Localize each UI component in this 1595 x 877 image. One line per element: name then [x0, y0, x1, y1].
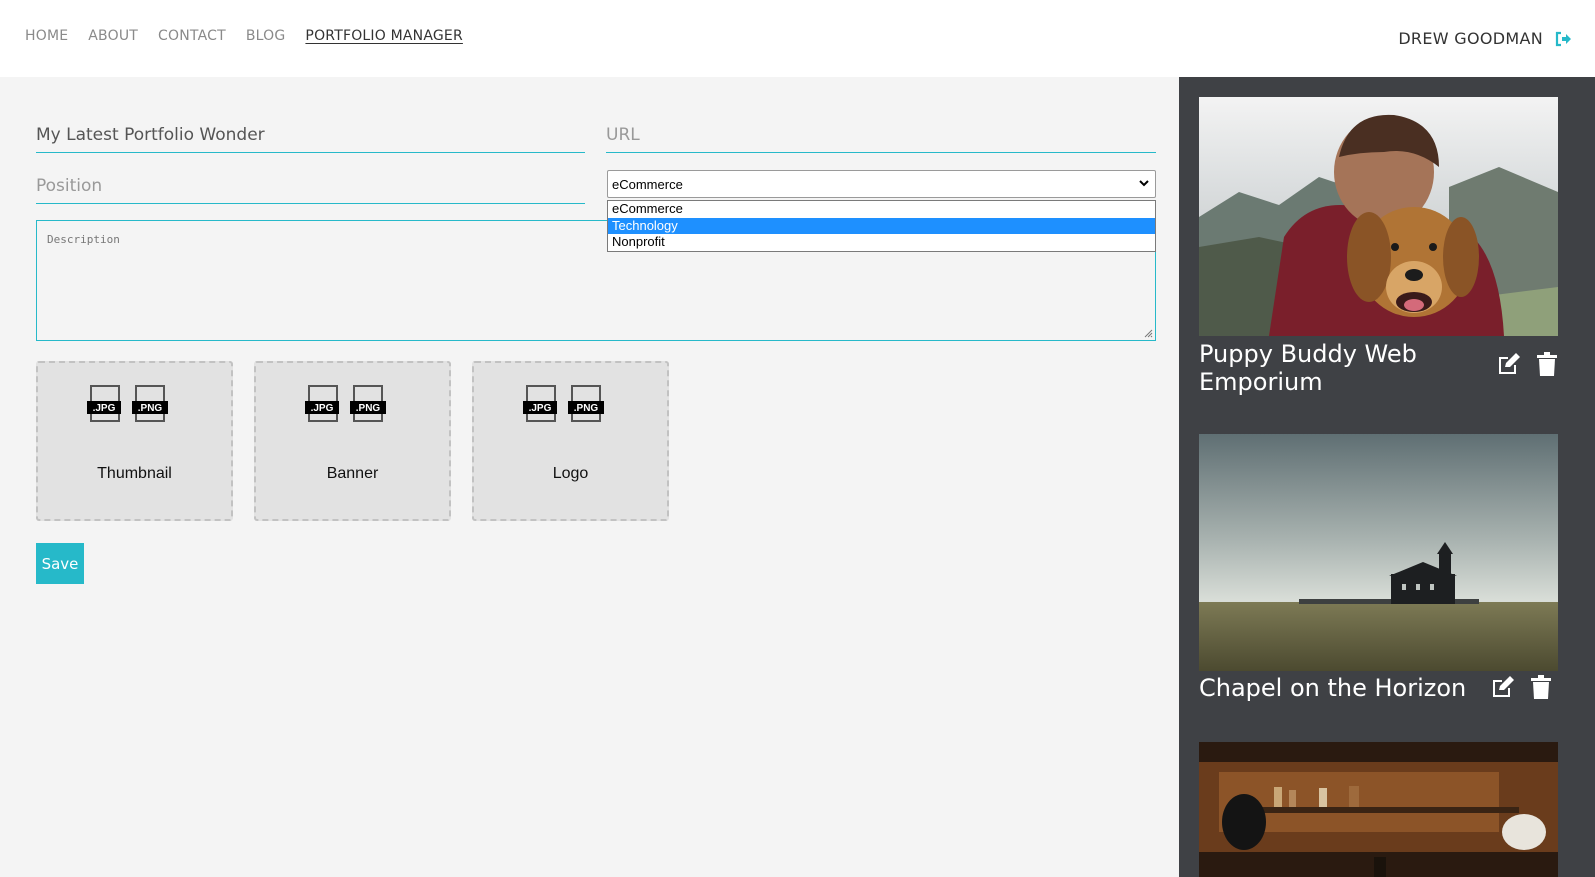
chevron-down-icon — [1139, 180, 1149, 187]
portfolio-item-card: Chapel on the Horizon — [1199, 434, 1558, 702]
portfolio-item-title: Puppy Buddy Web Emporium — [1199, 340, 1417, 396]
nav-about-link[interactable]: ABOUT — [88, 28, 138, 44]
save-button[interactable]: Save — [36, 543, 84, 584]
svg-text:.JPG: .JPG — [93, 403, 116, 414]
category-selected-value: eCommerce — [612, 177, 683, 192]
svg-text:.PNG: .PNG — [356, 403, 381, 414]
portfolio-item-image — [1199, 434, 1558, 671]
banner-dropzone[interactable]: .JPG .PNG Banner — [254, 361, 451, 521]
thumbnail-dropzone[interactable]: .JPG .PNG Thumbnail — [36, 361, 233, 521]
png-file-icon: .PNG — [568, 385, 604, 423]
main-nav: HOME ABOUT CONTACT BLOG PORTFOLIO MANAGE… — [25, 28, 463, 44]
position-input[interactable] — [36, 168, 585, 196]
category-option-nonprofit[interactable]: Nonprofit — [608, 234, 1155, 251]
jpg-file-icon: .JPG — [87, 385, 123, 423]
resize-handle-icon[interactable] — [1144, 329, 1153, 338]
description-placeholder: Description — [47, 233, 120, 246]
category-option-technology[interactable]: Technology — [608, 217, 1155, 234]
portfolio-item-actions — [1496, 352, 1558, 376]
position-field-wrapper — [36, 168, 585, 204]
url-field-wrapper — [606, 117, 1156, 153]
user-name: DREW GOODMAN — [1398, 29, 1543, 48]
category-dropdown-list: eCommerce Technology Nonprofit — [607, 200, 1156, 252]
svg-text:.JPG: .JPG — [529, 403, 552, 414]
name-field-wrapper — [36, 117, 585, 153]
portfolio-item-image — [1199, 742, 1558, 877]
logo-label: Logo — [552, 465, 589, 482]
trash-icon[interactable] — [1536, 352, 1558, 376]
category-option-ecommerce[interactable]: eCommerce — [608, 201, 1155, 218]
portfolio-item-image — [1199, 97, 1558, 336]
nav-contact-link[interactable]: CONTACT — [158, 28, 226, 44]
logo-dropzone[interactable]: .JPG .PNG Logo — [472, 361, 669, 521]
svg-text:.PNG: .PNG — [138, 403, 163, 414]
upload-dropzones: .JPG .PNG Thumbnail .JPG .PNG Banner .JP… — [36, 361, 669, 521]
banner-label: Banner — [326, 465, 379, 482]
user-area: DREW GOODMAN — [1398, 29, 1573, 48]
edit-icon[interactable] — [1496, 352, 1522, 376]
thumbnail-label: Thumbnail — [97, 465, 172, 482]
trash-icon[interactable] — [1530, 675, 1552, 699]
top-navbar: HOME ABOUT CONTACT BLOG PORTFOLIO MANAGE… — [0, 0, 1595, 77]
edit-icon[interactable] — [1490, 675, 1516, 699]
portfolio-item-card — [1199, 742, 1558, 877]
nav-blog-link[interactable]: BLOG — [246, 28, 286, 44]
url-input[interactable] — [606, 117, 1156, 145]
portfolio-items-sidebar[interactable]: Puppy Buddy Web Emporium Chapel on the H… — [1179, 77, 1595, 877]
jpg-file-icon: .JPG — [305, 385, 341, 423]
png-file-icon: .PNG — [350, 385, 386, 423]
svg-text:.JPG: .JPG — [311, 403, 334, 414]
category-select[interactable]: eCommerce — [607, 170, 1156, 198]
svg-text:.PNG: .PNG — [574, 403, 599, 414]
sign-out-icon[interactable] — [1555, 31, 1573, 47]
portfolio-item-card: Puppy Buddy Web Emporium — [1199, 97, 1558, 396]
nav-home-link[interactable]: HOME — [25, 28, 68, 44]
nav-portfolio-manager-link[interactable]: PORTFOLIO MANAGER — [305, 28, 462, 44]
jpg-file-icon: .JPG — [523, 385, 559, 423]
portfolio-item-title: Chapel on the Horizon — [1199, 674, 1467, 702]
portfolio-item-actions — [1490, 675, 1552, 699]
png-file-icon: .PNG — [132, 385, 168, 423]
name-input[interactable] — [36, 117, 585, 145]
